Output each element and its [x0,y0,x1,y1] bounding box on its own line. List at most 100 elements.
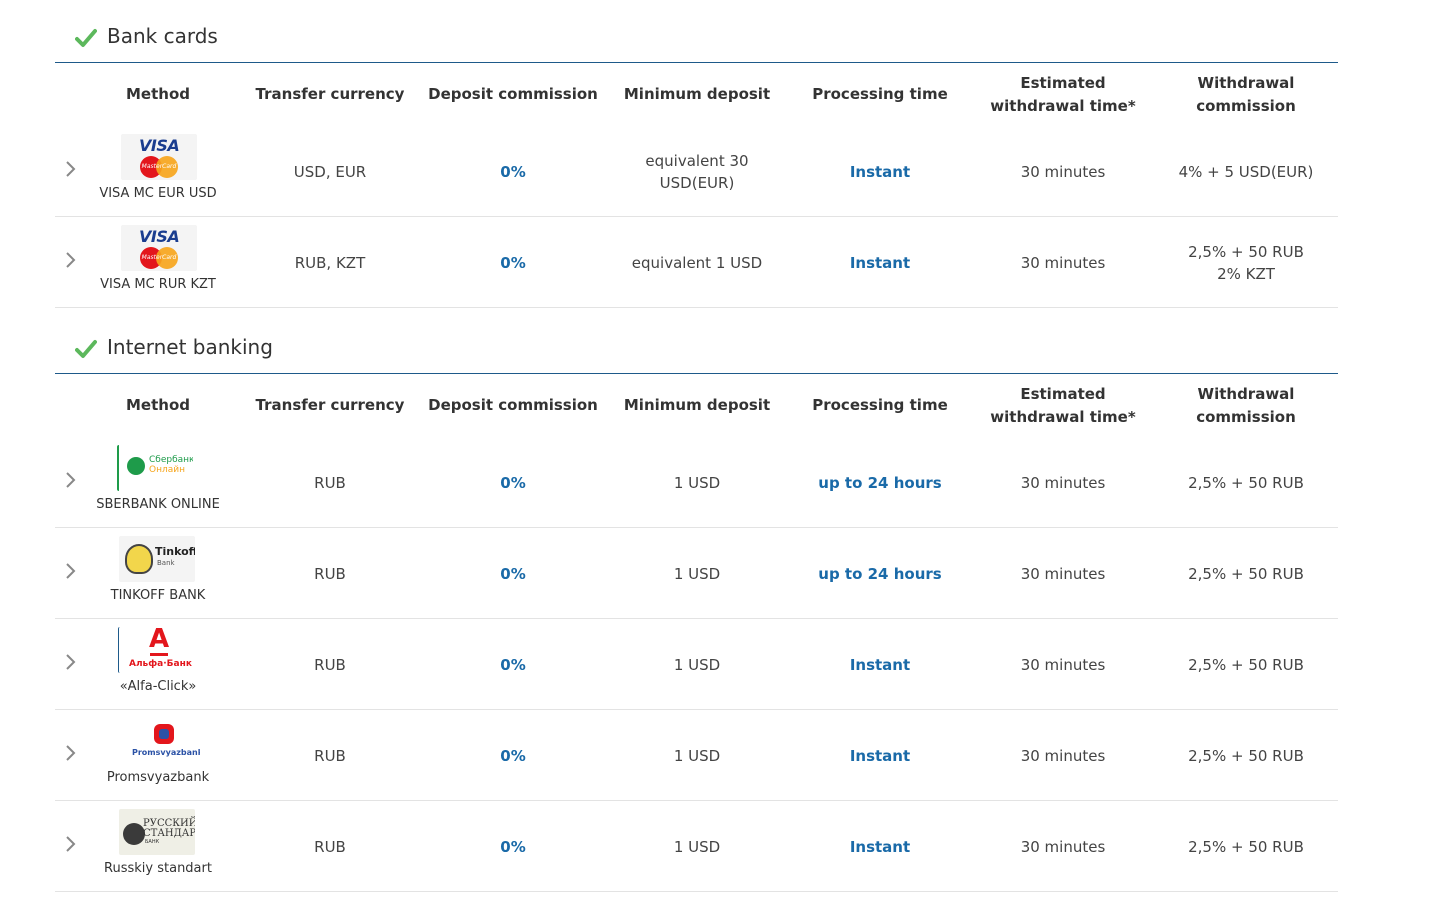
chevron-right-icon[interactable] [63,469,79,491]
header-est-line1: Estimated [1020,73,1106,92]
method-label: SBERBANK ONLINE [96,497,220,512]
header-wd-line1: Withdrawal [1197,73,1295,92]
chevron-right-icon[interactable] [63,742,79,764]
min-deposit-line2: USD(EUR) [659,173,735,192]
transfer-currency: RUB [314,473,346,492]
header-transfer-currency: Transfer currency [255,396,405,414]
russkiy-standart-logo-text: РУССКИЙСТАНДАРТ [143,819,195,839]
section-header: Bank cards [55,0,1338,62]
header-method: Method [126,396,190,414]
russkiy-standart-emblem-icon [123,823,145,845]
transfer-currency: RUB [314,837,346,856]
transfer-currency: RUB, KZT [294,253,366,272]
header-estimated-withdrawal-time: Estimated withdrawal time* [973,374,1153,437]
header-deposit-commission: Deposit commission [428,85,598,103]
table-header: Method Transfer currency Deposit commiss… [55,374,1338,437]
minimum-deposit: equivalent 1 USD [631,253,763,272]
minimum-deposit: 1 USD [673,837,721,856]
visa-mastercard-logo: VISA MasterCard [121,225,197,271]
mastercard-logo-text: MasterCard [141,254,177,261]
tinkoff-logo-subtext: Bank [157,559,175,567]
russkiy-standart-logo-subtext: БАНК [145,839,160,845]
section-title: Bank cards [107,24,218,48]
promsvyazbank-logo: Promsvyazbank [124,718,200,764]
table-row-russkiy-standart[interactable]: РУССКИЙСТАНДАРТ БАНК Russkiy standart RU… [55,801,1338,892]
tinkoff-logo: Tinkoff Bank [119,536,195,582]
tinkoff-logo-text: Tinkoff [155,545,195,558]
deposit-commission: 0% [500,655,526,674]
table-row-sberbank-online[interactable]: Сбербанк Онлайн SBERBANK ONLINE RUB 0% 1 … [55,437,1338,528]
header-method: Method [126,85,190,103]
estimated-withdrawal-time: 30 minutes [1020,655,1106,674]
method-cell: РУССКИЙСТАНДАРТ БАНК Russkiy standart [83,801,233,892]
header-transfer-currency: Transfer currency [255,85,405,103]
chevron-right-icon[interactable] [63,158,79,180]
minimum-deposit: 1 USD [673,746,721,765]
sberbank-logo-text: Сбербанк Онлайн [149,455,193,475]
tinkoff-emblem-icon [125,544,153,574]
header-processing-time: Processing time [812,396,948,414]
deposit-commission: 0% [500,473,526,492]
method-label: «Alfa-Click» [119,679,197,694]
method-cell: Сбербанк Онлайн SBERBANK ONLINE [83,437,233,528]
withdrawal-commission: 2,5% + 50 RUB [1188,655,1304,674]
withdrawal-commission: 2,5% + 50 RUB [1188,746,1304,765]
method-label: VISA MC RUR KZT [100,277,216,292]
minimum-deposit: 1 USD [673,564,721,583]
header-minimum-deposit: Minimum deposit [623,85,771,103]
estimated-withdrawal-time: 30 minutes [1020,162,1106,181]
minimum-deposit: 1 USD [673,655,721,674]
processing-time: Instant [849,837,911,856]
minimum-deposit: 1 USD [673,473,721,492]
deposit-commission: 0% [500,746,526,765]
header-withdrawal-commission: Withdrawal commission [1155,63,1337,126]
header-est-line1: Estimated [1020,384,1106,403]
estimated-withdrawal-time: 30 minutes [1020,746,1106,765]
processing-time: Instant [849,162,911,181]
table-row-promsvyazbank[interactable]: Promsvyazbank Promsvyazbank RUB 0% 1 USD… [55,710,1338,801]
table-row-alfa-click[interactable]: А Альфа·Банк «Alfa-Click» RUB 0% 1 USD I… [55,619,1338,710]
visa-mastercard-logo: VISA MasterCard [121,134,197,180]
header-processing-time: Processing time [812,85,948,103]
table-row-tinkoff-bank[interactable]: Tinkoff Bank TINKOFF BANK RUB 0% 1 USD u… [55,528,1338,619]
header-minimum-deposit: Minimum deposit [623,396,771,414]
section-title: Internet banking [107,335,273,359]
withdrawal-commission: 2,5% + 50 RUB [1188,473,1304,492]
mastercard-logo-text: MasterCard [141,163,177,170]
method-cell: Promsvyazbank Promsvyazbank [83,710,233,801]
estimated-withdrawal-time: 30 minutes [1020,837,1106,856]
minimum-deposit: equivalent 30 USD(EUR) [607,126,787,217]
promsvyazbank-emblem-inner [159,729,169,739]
sberbank-emblem-icon [127,457,145,475]
method-label: Promsvyazbank [106,770,210,785]
russkiy-standart-logo: РУССКИЙСТАНДАРТ БАНК [119,809,195,855]
table-row-visa-mc-eur-usd[interactable]: VISA MasterCard VISA MC EUR USD USD, EUR… [55,126,1338,217]
min-deposit-line1: equivalent 30 [645,151,749,170]
chevron-right-icon[interactable] [63,560,79,582]
transfer-currency: RUB [314,564,346,583]
processing-time: Instant [849,655,911,674]
withdrawal-commission: 4% + 5 USD(EUR) [1178,162,1314,181]
table-row-visa-mc-rur-kzt[interactable]: VISA MasterCard VISA MC RUR KZT RUB, KZT… [55,217,1338,308]
table-header: Method Transfer currency Deposit commiss… [55,63,1338,126]
processing-time: Instant [849,746,911,765]
chevron-right-icon[interactable] [63,249,79,271]
withdrawal-commission: 2,5% + 50 RUB 2% KZT [1155,217,1337,308]
alfa-bank-logo-text: Альфа·Банк [129,659,192,669]
withdrawal-commission: 2,5% + 50 RUB [1188,837,1304,856]
processing-time: up to 24 hours [818,473,942,492]
deposit-commission: 0% [500,253,526,272]
alfa-bank-bar [150,653,168,656]
header-withdrawal-commission: Withdrawal commission [1155,374,1337,437]
withdrawal-line2: 2% KZT [1217,264,1275,283]
section-bank-cards: Bank cards Method Transfer currency Depo… [55,0,1338,308]
method-label: TINKOFF BANK [110,588,206,603]
chevron-right-icon[interactable] [63,651,79,673]
chevron-right-icon[interactable] [63,833,79,855]
alfa-bank-logo: А Альфа·Банк [118,627,194,673]
estimated-withdrawal-time: 30 minutes [1020,564,1106,583]
section-internet-banking: Internet banking Method Transfer currenc… [55,311,1338,893]
alfa-bank-letter: А [149,627,170,654]
header-est-line2: withdrawal time* [990,96,1136,115]
sberbank-logo-line2: Онлайн [149,465,185,475]
